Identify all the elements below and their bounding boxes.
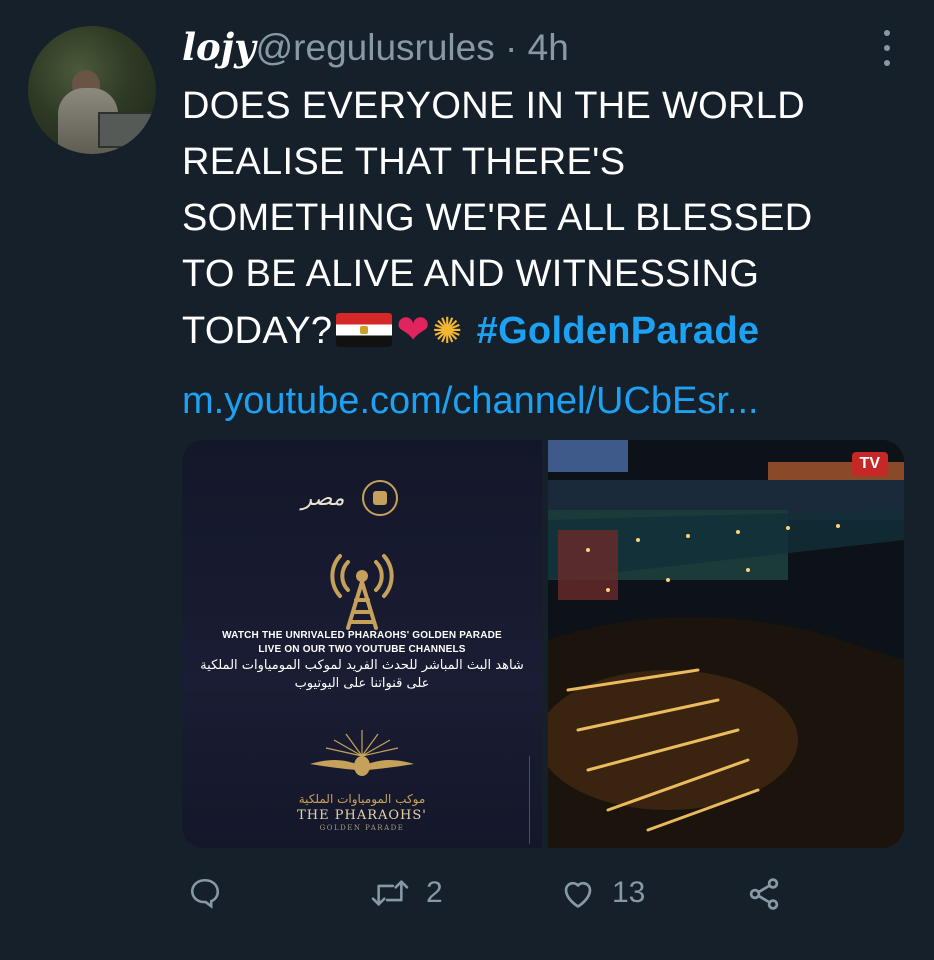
announcement-arabic-1: شاهد البث المباشر للحدث الفريد لموكب الم… — [200, 658, 524, 673]
announcement-line-2: LIVE ON OUR TWO YOUTUBE CHANNELS — [258, 644, 466, 655]
tweet-header: lojy@regulusrules · 4h — [182, 24, 569, 71]
retweet-button[interactable]: 2 — [370, 876, 443, 910]
broadcast-tower-icon — [330, 554, 394, 630]
tweet-text-line: DOES EVERYONE IN THE WORLD — [182, 85, 805, 127]
display-name[interactable]: lojy — [182, 25, 256, 69]
more-options-icon[interactable] — [880, 30, 894, 66]
night-square-photo — [548, 440, 904, 848]
share-button[interactable] — [746, 876, 782, 912]
divider — [529, 756, 530, 844]
more-dot — [884, 60, 890, 66]
reply-icon — [190, 878, 220, 909]
tv-channel-badge: TV — [851, 452, 888, 476]
tweet-text-line: TODAY? — [182, 310, 333, 352]
tweet-text-line-last: TODAY? ❤✺ #GoldenParade — [182, 302, 902, 359]
retweet-icon — [371, 880, 409, 906]
retweet-count: 2 — [426, 876, 443, 909]
avatar[interactable] — [28, 26, 156, 154]
media-image-announcement[interactable]: مصر WATCH THE UNRIVALED PHARAOHS' GOLDEN… — [182, 440, 542, 848]
share-icon — [749, 878, 779, 910]
hashtag-link[interactable]: #GoldenParade — [477, 310, 760, 352]
heart-icon — [564, 881, 592, 908]
tweet-text-line: TO BE ALIVE AND WITNESSING — [182, 253, 760, 295]
media-image-night-square[interactable]: TV — [548, 440, 904, 848]
tweet-text-line: SOMETHING WE'RE ALL BLESSED — [182, 197, 813, 239]
red-heart-icon: ❤ — [396, 308, 431, 352]
user-handle[interactable]: @regulusrules — [256, 27, 495, 68]
more-dot — [884, 30, 890, 36]
separator: · — [505, 27, 518, 68]
logos: مصر — [300, 478, 398, 518]
emblem-arabic-title: موكب المومياوات الملكية — [298, 792, 426, 806]
like-button[interactable]: 13 — [560, 876, 645, 910]
announcement-line-1: WATCH THE UNRIVALED PHARAOHS' GOLDEN PAR… — [222, 630, 502, 641]
egypt-flag-icon — [336, 313, 393, 347]
youtube-link[interactable]: m.youtube.com/channel/UCbEsr... — [182, 376, 759, 426]
avatar-board — [98, 112, 156, 148]
tweet-text: DOES EVERYONE IN THE WORLD REALISE THAT … — [182, 78, 902, 359]
emblem-title: THE PHARAOHS' — [297, 808, 427, 823]
party-popper-icon: ✺ — [432, 310, 463, 351]
action-bar: 2 13 — [0, 866, 934, 926]
ministry-seal-icon — [362, 480, 398, 516]
like-count: 13 — [612, 876, 646, 909]
reply-button[interactable] — [188, 876, 238, 910]
more-dot — [884, 45, 890, 51]
winged-scarab-emblem-icon — [310, 730, 414, 776]
tweet-text-line: REALISE THAT THERE'S — [182, 141, 626, 183]
announcement-arabic-2: على قنواتنا على اليوتيوب — [294, 676, 430, 691]
media-grid: مصر WATCH THE UNRIVALED PHARAOHS' GOLDEN… — [182, 440, 904, 848]
emblem-subtitle: GOLDEN PARADE — [319, 824, 405, 832]
timestamp[interactable]: 4h — [528, 27, 569, 68]
egypt-signature-logo: مصر — [301, 485, 345, 511]
